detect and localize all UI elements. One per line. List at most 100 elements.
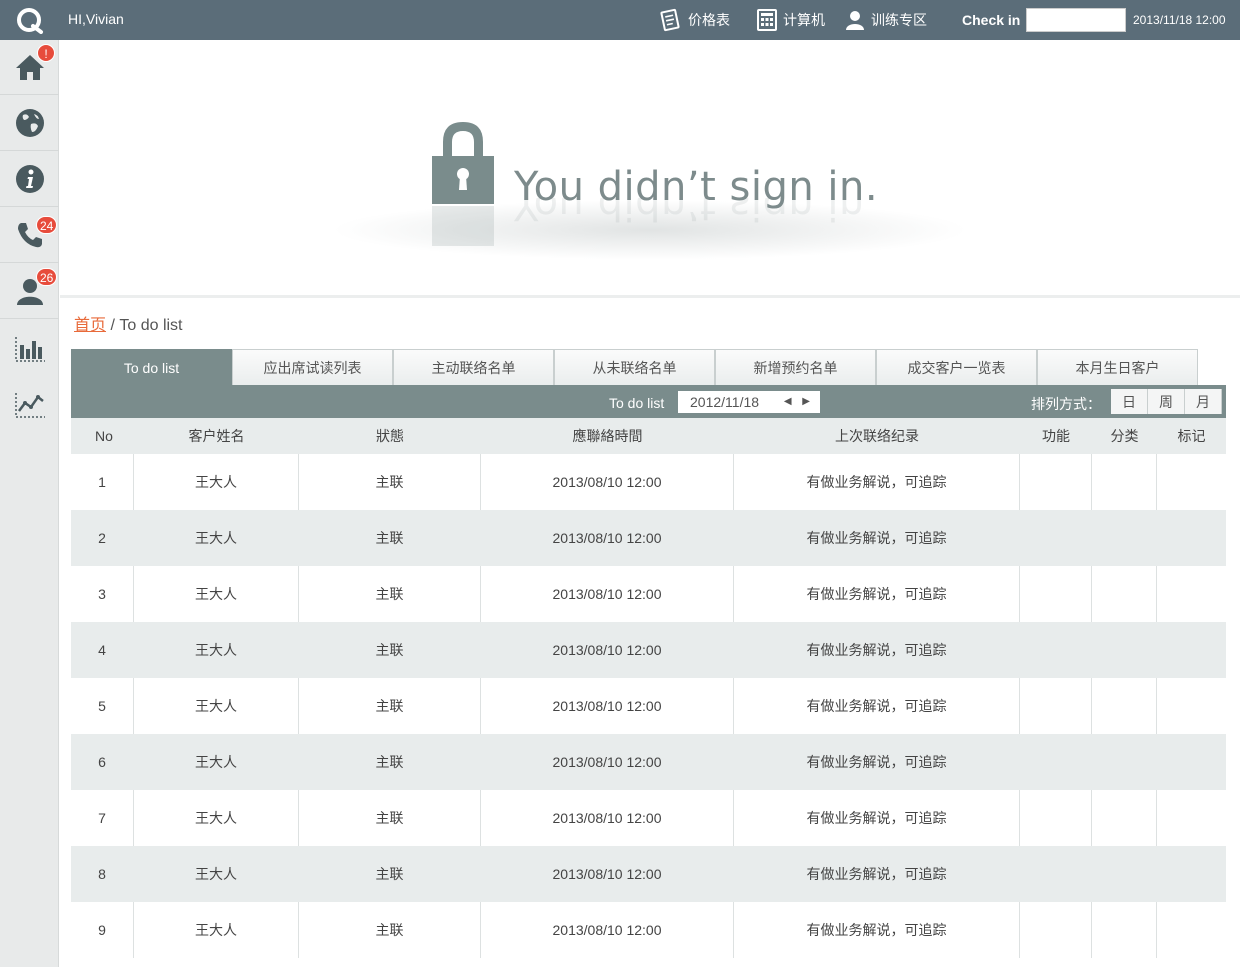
tab-birthday-customers[interactable]: 本月生日客户 <box>1037 349 1198 385</box>
cell-mark[interactable] <box>1157 790 1226 846</box>
table-row[interactable]: 9 王大人 主联 2013/08/10 12:00 有做业务解说，可追踪 <box>71 902 1226 958</box>
cell-last-record: 有做业务解说，可追踪 <box>734 622 1020 678</box>
cell-function[interactable] <box>1020 622 1092 678</box>
cell-function[interactable] <box>1020 454 1092 510</box>
cell-category[interactable] <box>1092 510 1157 566</box>
lock-reflection <box>432 206 494 246</box>
cell-contact-time: 2013/08/10 12:00 <box>481 678 734 734</box>
cell-no: 2 <box>71 510 134 566</box>
table-body: 1 王大人 主联 2013/08/10 12:00 有做业务解说，可追踪 2 王大人 主联 20… <box>71 454 1226 958</box>
cell-name: 王大人 <box>134 846 299 902</box>
table-row[interactable]: 4 王大人 主联 2013/08/10 12:00 有做业务解说，可追踪 <box>71 622 1226 678</box>
table-row[interactable]: 2 王大人 主联 2013/08/10 12:00 有做业务解说，可追踪 <box>71 510 1226 566</box>
cell-name: 王大人 <box>134 566 299 622</box>
checkin-label: Check in <box>962 12 1021 28</box>
cell-mark[interactable] <box>1157 902 1226 958</box>
cell-function[interactable] <box>1020 902 1092 958</box>
column-header-no: No <box>95 428 113 444</box>
cell-name: 王大人 <box>134 734 299 790</box>
home-alert-badge: ! <box>37 44 55 62</box>
cell-function[interactable] <box>1020 846 1092 902</box>
cell-status: 主联 <box>299 734 481 790</box>
cell-mark[interactable] <box>1157 734 1226 790</box>
sidebar-item-globe[interactable] <box>0 96 59 151</box>
tab-trial-attendance[interactable]: 应出席试读列表 <box>232 349 393 385</box>
date-nav-arrows[interactable]: ◀ ▶ <box>784 396 814 407</box>
sign-in-notice: You didn’t sign in. You didn’t sign in. <box>60 40 1240 298</box>
cell-mark[interactable] <box>1157 678 1226 734</box>
sidebar-item-info[interactable] <box>0 152 59 207</box>
column-header-category: 分类 <box>1110 428 1139 444</box>
cell-function[interactable] <box>1020 510 1092 566</box>
table-row[interactable]: 3 王大人 主联 2013/08/10 12:00 有做业务解说，可追踪 <box>71 566 1226 622</box>
todo-table: No 客户姓名 狀態 應聯絡時間 上次联络纪录 功能 分类 标记 1 王大人 主联 2… <box>71 418 1226 958</box>
sort-options: 日 周 月 <box>1111 389 1222 414</box>
date-picker[interactable]: 2012/11/18 ◀ ▶ <box>678 391 820 413</box>
cell-status: 主联 <box>299 902 481 958</box>
table-row[interactable]: 6 王大人 主联 2013/08/10 12:00 有做业务解说，可追踪 <box>71 734 1226 790</box>
cell-no: 1 <box>71 454 134 510</box>
sort-day-button[interactable]: 日 <box>1111 389 1148 414</box>
app-logo-icon[interactable] <box>16 6 44 34</box>
cell-no: 8 <box>71 846 134 902</box>
cell-last-record: 有做业务解说，可追踪 <box>734 454 1020 510</box>
table-row[interactable]: 5 王大人 主联 2013/08/10 12:00 有做业务解说，可追踪 <box>71 678 1226 734</box>
sidebar-item-home[interactable]: ! <box>0 40 59 95</box>
checkin-input[interactable] <box>1026 8 1126 32</box>
nav-price-list[interactable]: 价格表 <box>658 0 730 40</box>
cell-category[interactable] <box>1092 454 1157 510</box>
tab-never-contacted[interactable]: 从未联络名单 <box>554 349 715 385</box>
tab-closed-customers[interactable]: 成交客户一览表 <box>876 349 1037 385</box>
cell-category[interactable] <box>1092 846 1157 902</box>
cell-name: 王大人 <box>134 454 299 510</box>
cell-contact-time: 2013/08/10 12:00 <box>481 902 734 958</box>
cell-category[interactable] <box>1092 678 1157 734</box>
breadcrumb-home-link[interactable]: 首页 <box>74 317 106 334</box>
filter-bar: To do list 2012/11/18 ◀ ▶ 排列方式： 日 周 月 <box>71 385 1226 418</box>
sidebar-item-line-chart[interactable] <box>0 376 59 431</box>
cell-contact-time: 2013/08/10 12:00 <box>481 510 734 566</box>
cell-status: 主联 <box>299 510 481 566</box>
cell-category[interactable] <box>1092 622 1157 678</box>
table-header: No 客户姓名 狀態 應聯絡時間 上次联络纪录 功能 分类 标记 <box>71 418 1226 454</box>
sidebar-item-bar-chart[interactable] <box>0 320 59 375</box>
cell-category[interactable] <box>1092 734 1157 790</box>
cell-function[interactable] <box>1020 734 1092 790</box>
sidebar-item-phone[interactable]: 24 <box>0 208 59 263</box>
nav-calculator[interactable]: 计算机 <box>757 0 825 40</box>
tab-todo-list[interactable]: To do list <box>71 349 232 385</box>
tab-new-appointments[interactable]: 新增预约名单 <box>715 349 876 385</box>
cell-mark[interactable] <box>1157 622 1226 678</box>
table-row[interactable]: 7 王大人 主联 2013/08/10 12:00 有做业务解说，可追踪 <box>71 790 1226 846</box>
cell-contact-time: 2013/08/10 12:00 <box>481 566 734 622</box>
cell-name: 王大人 <box>134 678 299 734</box>
sort-month-button[interactable]: 月 <box>1185 389 1222 414</box>
current-datetime: 2013/11/18 12:00 <box>1133 13 1226 27</box>
top-bar: HI,Vivian 价格表 计算机 训练专区 Check in 2013/11/… <box>0 0 1240 40</box>
cell-mark[interactable] <box>1157 454 1226 510</box>
cell-category[interactable] <box>1092 902 1157 958</box>
user-icon <box>846 11 864 30</box>
cell-name: 王大人 <box>134 902 299 958</box>
cell-last-record: 有做业务解说，可追踪 <box>734 510 1020 566</box>
cell-contact-time: 2013/08/10 12:00 <box>481 454 734 510</box>
cell-category[interactable] <box>1092 566 1157 622</box>
cell-status: 主联 <box>299 566 481 622</box>
cell-mark[interactable] <box>1157 566 1226 622</box>
cell-mark[interactable] <box>1157 846 1226 902</box>
column-header-name: 客户姓名 <box>188 428 245 444</box>
nav-training[interactable]: 训练专区 <box>845 0 927 40</box>
cell-function[interactable] <box>1020 790 1092 846</box>
table-row[interactable]: 8 王大人 主联 2013/08/10 12:00 有做业务解说，可追踪 <box>71 846 1226 902</box>
tab-active-contacts[interactable]: 主动联络名单 <box>393 349 554 385</box>
cell-status: 主联 <box>299 790 481 846</box>
cell-function[interactable] <box>1020 566 1092 622</box>
cell-category[interactable] <box>1092 790 1157 846</box>
cell-name: 王大人 <box>134 790 299 846</box>
sort-week-button[interactable]: 周 <box>1148 389 1185 414</box>
cell-last-record: 有做业务解说，可追踪 <box>734 678 1020 734</box>
sidebar-item-person[interactable]: 26 <box>0 264 59 319</box>
cell-mark[interactable] <box>1157 510 1226 566</box>
cell-function[interactable] <box>1020 678 1092 734</box>
table-row[interactable]: 1 王大人 主联 2013/08/10 12:00 有做业务解说，可追踪 <box>71 454 1226 510</box>
